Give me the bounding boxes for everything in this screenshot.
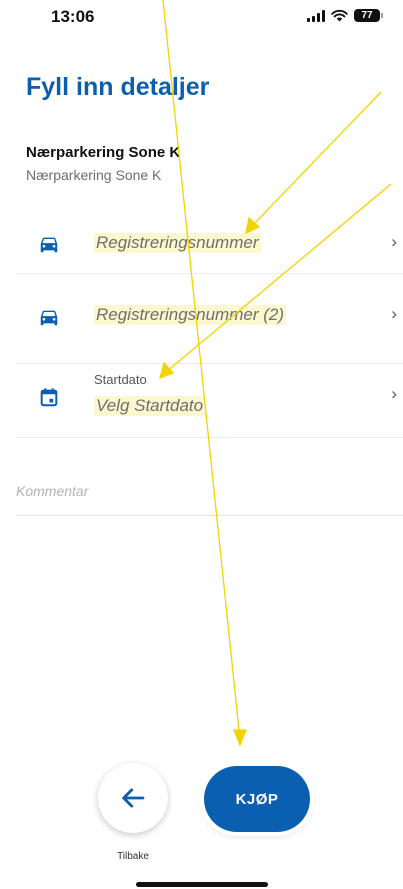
buy-button[interactable]: KJØP bbox=[204, 766, 310, 832]
annotation-arrowhead bbox=[233, 729, 247, 747]
calendar-icon bbox=[38, 386, 60, 408]
battery-icon: 77 bbox=[354, 9, 383, 22]
annotation-arrow bbox=[251, 91, 382, 227]
page-title: Fyll inn detaljer bbox=[26, 73, 210, 101]
status-icons: 77 bbox=[307, 9, 383, 22]
car-icon bbox=[38, 306, 60, 328]
screen: 13:06 77 Fyll inn detaljer Nærparkering … bbox=[0, 0, 403, 889]
comment-input[interactable]: Kommentar bbox=[16, 483, 403, 516]
home-indicator bbox=[136, 882, 268, 887]
back-button[interactable] bbox=[98, 763, 168, 833]
chevron-right-icon: › bbox=[391, 304, 397, 323]
annotation-overlay bbox=[159, 0, 392, 747]
status-time: 13:06 bbox=[51, 7, 95, 26]
zone-name: Nærparkering Sone K bbox=[26, 144, 181, 161]
back-label: Tilbake bbox=[117, 851, 149, 862]
registration-number-field[interactable]: Registreringsnummer › bbox=[16, 214, 403, 274]
start-date-placeholder: Velg Startdato bbox=[94, 396, 206, 416]
car-icon bbox=[38, 233, 60, 255]
registration-number-placeholder: Registreringsnummer bbox=[94, 233, 261, 253]
zone-subtitle: Nærparkering Sone K bbox=[26, 167, 162, 183]
arrow-left-icon bbox=[122, 788, 145, 808]
registration-number-2-field[interactable]: Registreringsnummer (2) › bbox=[16, 274, 403, 364]
start-date-label: Startdato bbox=[94, 372, 147, 387]
chevron-right-icon: › bbox=[391, 384, 397, 403]
signal-icon bbox=[307, 9, 325, 22]
chevron-right-icon: › bbox=[391, 232, 397, 251]
registration-number-2-placeholder: Registreringsnummer (2) bbox=[94, 305, 286, 325]
status-bar: 13:06 77 bbox=[0, 0, 403, 42]
wifi-icon bbox=[331, 9, 348, 22]
start-date-field[interactable]: Startdato Velg Startdato › bbox=[16, 364, 403, 438]
